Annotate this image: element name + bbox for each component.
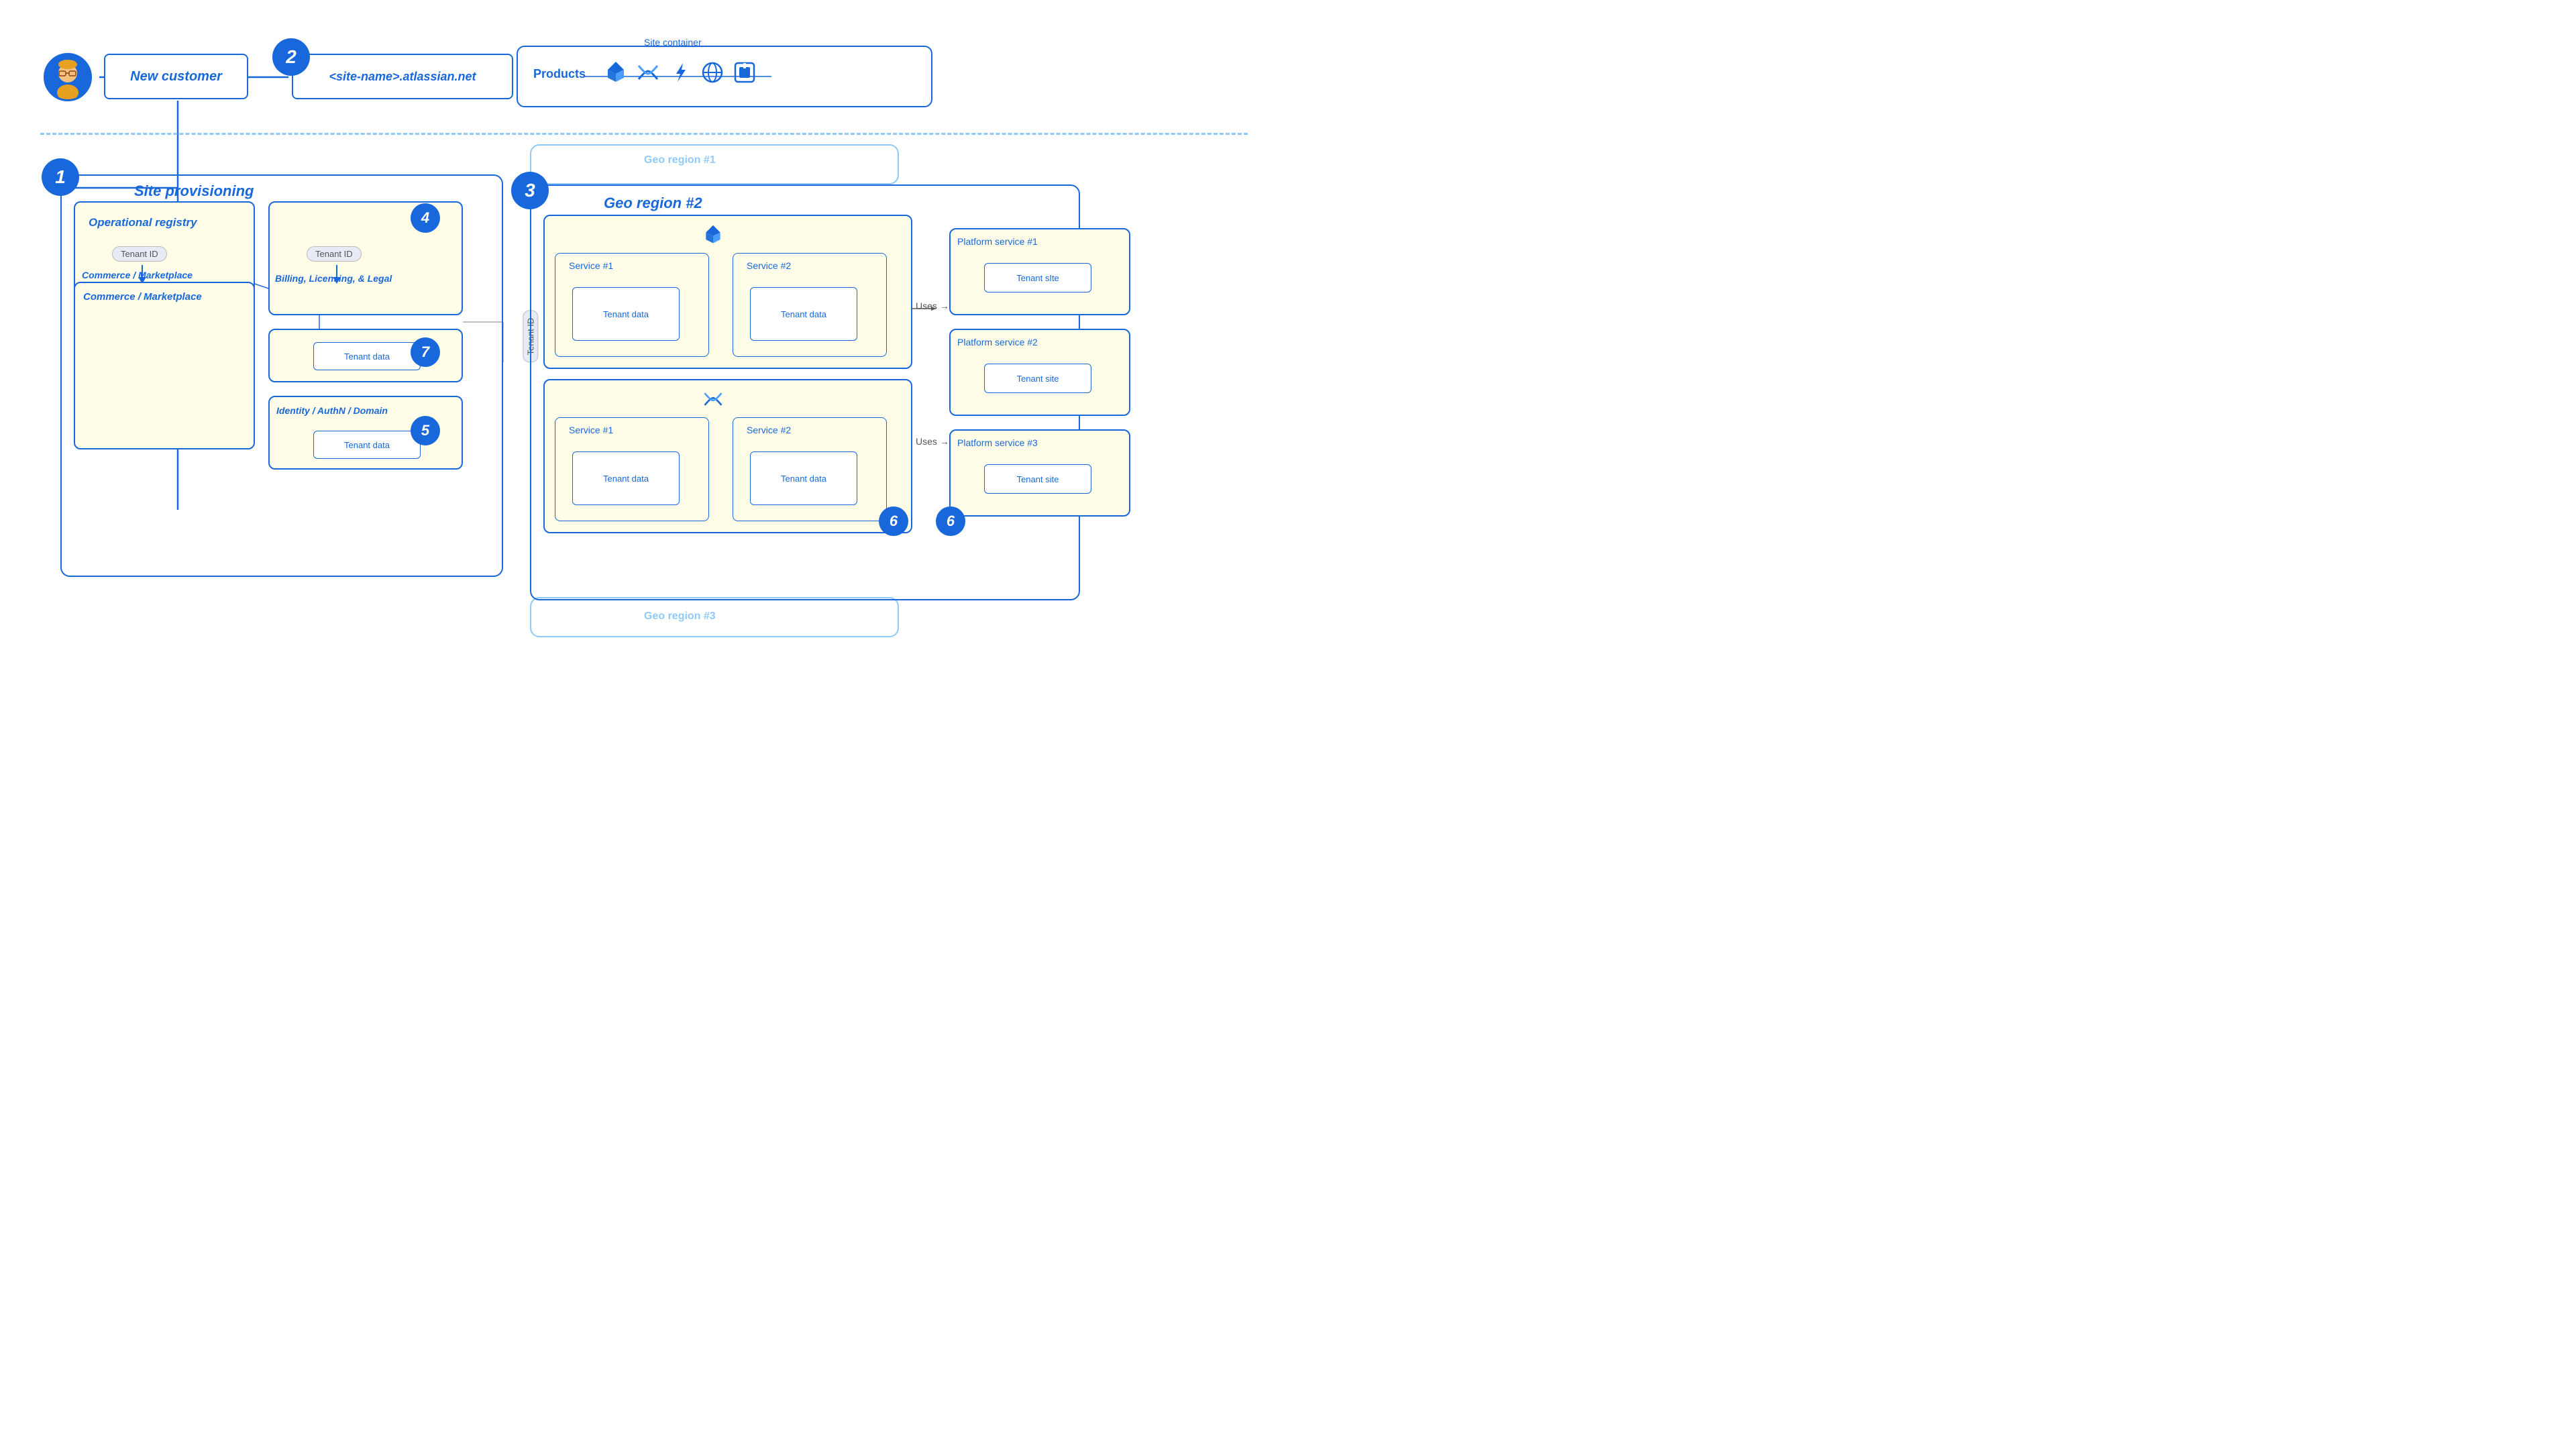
- badge-3: 3: [511, 172, 549, 209]
- confluence-tenant-data-1-box: Tenant data: [572, 451, 680, 505]
- avatar: [44, 53, 92, 101]
- confluence-service-area: Service #1 Tenant data Service #2 Tenant…: [543, 379, 912, 533]
- tenant-id-pill-2: Tenant ID: [307, 246, 362, 262]
- new-customer-box: New customer: [104, 54, 248, 99]
- jira-service-2-label: Service #2: [747, 260, 791, 271]
- jira-icon: [604, 60, 628, 88]
- platform-service-3-label: Platform service #3: [957, 437, 1038, 448]
- badge-7: 7: [411, 337, 440, 367]
- confluence-product-icon: [702, 388, 724, 413]
- confluence-icon: [636, 60, 660, 88]
- badge-6a: 6: [879, 506, 908, 536]
- jira-service-area: Service #1 Tenant data Service #2 Tenant…: [543, 215, 912, 369]
- jira-service-2-box: Service #2 Tenant data: [733, 253, 887, 357]
- platform-service-1-area: Platform service #1 Tenant sIte: [949, 228, 1130, 315]
- jira-service-1-label: Service #1: [569, 260, 613, 271]
- geo-region-3-label: Geo region #3: [644, 610, 716, 623]
- platform-tenant-site-1-box: Tenant sIte: [984, 263, 1091, 292]
- statuspage-icon: [668, 60, 692, 88]
- confluence-service-2-label: Service #2: [747, 425, 791, 435]
- badge-6b: 6: [936, 506, 965, 536]
- confluence-service-2-box: Service #2 Tenant data: [733, 417, 887, 521]
- site-url-box: <site-name>.atlassian.net: [292, 54, 513, 99]
- confluence-tenant-data-2-box: Tenant data: [750, 451, 857, 505]
- identity-label: Identity / AuthN / Domain: [276, 405, 388, 416]
- uses-arrow-1: [911, 305, 938, 312]
- geo-region-1-label: Geo region #1: [644, 154, 716, 166]
- confluence-service-1-label: Service #1: [569, 425, 613, 435]
- platform-service-2-label: Platform service #2: [957, 337, 1038, 347]
- badge-5: 5: [411, 416, 440, 445]
- confluence-service-1-box: Service #1 Tenant data: [555, 417, 709, 521]
- atlassian-icon: [733, 60, 757, 88]
- billing-label: Billing, Licensing, & Legal: [275, 273, 392, 284]
- platform-service-2-area: Platform service #2 Tenant site: [949, 329, 1130, 416]
- commerce-label: Commerce / Marketplace: [82, 270, 193, 280]
- badge-4: 4: [411, 203, 440, 233]
- commerce-label-2: Commerce / Marketplace: [83, 291, 202, 303]
- jira-tenant-data-1-box: Tenant data: [572, 287, 680, 341]
- site-provisioning-label: Site provisioning: [134, 182, 254, 200]
- op-registry-label: Operational registry: [89, 216, 197, 229]
- platform-tenant-site-2-box: Tenant site: [984, 364, 1091, 393]
- geo-region-2-label: Geo region #2: [604, 195, 702, 212]
- new-customer-label: New customer: [130, 69, 222, 85]
- platform-service-1-label: Platform service #1: [957, 236, 1038, 247]
- badge-1: 1: [42, 158, 79, 196]
- site-container-label: Site container: [644, 37, 702, 48]
- dashed-separator: [40, 133, 1248, 135]
- commerce-cream-area: Commerce / Marketplace: [74, 282, 255, 449]
- jira-product-icon: [702, 224, 724, 249]
- tenant-id-pill-1: Tenant ID: [112, 246, 167, 262]
- platform-tenant-site-3-box: Tenant site: [984, 464, 1091, 494]
- badge-2: 2: [272, 38, 310, 76]
- uses-label-2: Uses →: [916, 436, 949, 447]
- platform-service-3-area: Platform service #3 Tenant site: [949, 429, 1130, 517]
- jira-tenant-data-2-box: Tenant data: [750, 287, 857, 341]
- compass-icon: [700, 60, 724, 88]
- site-url-label: <site-name>.atlassian.net: [329, 70, 476, 84]
- tenant-data-billing-box: Tenant data: [313, 342, 421, 370]
- products-label: Products: [533, 67, 586, 81]
- jira-service-1-box: Service #1 Tenant data: [555, 253, 709, 357]
- tenant-data-identity-box: Tenant data: [313, 431, 421, 459]
- diagram-container: New customer 2 <site-name>.atlassian.net…: [0, 0, 1288, 724]
